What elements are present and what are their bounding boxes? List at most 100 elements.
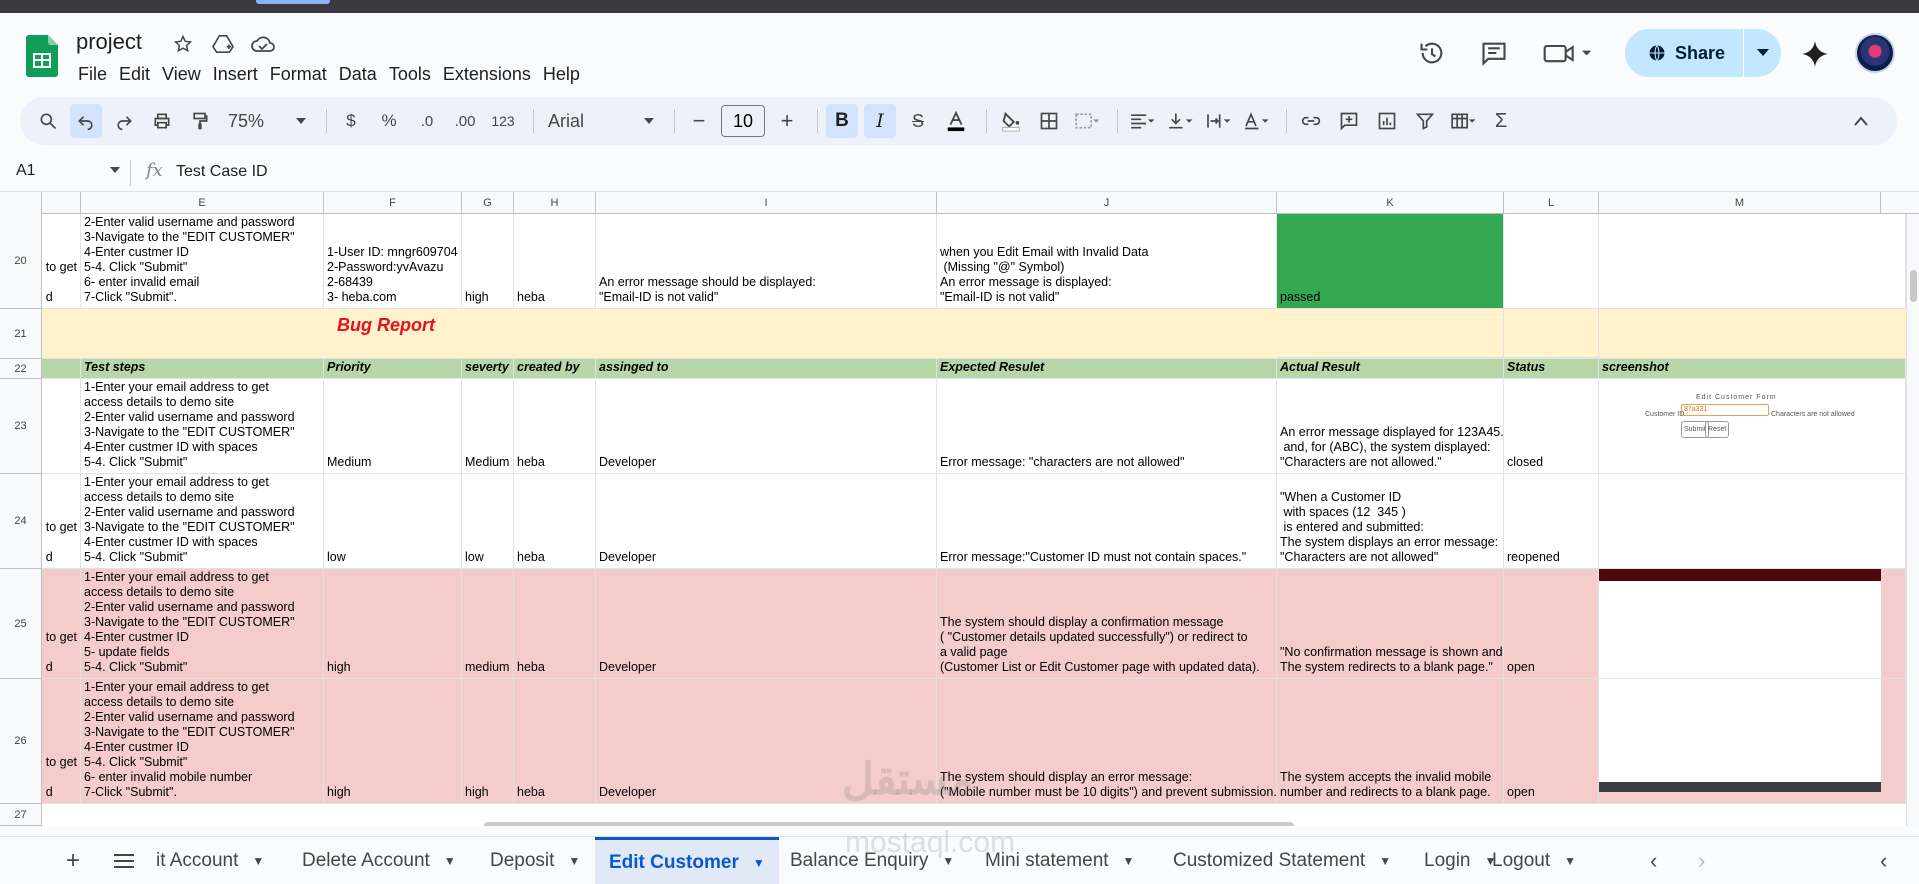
merge-cells-icon[interactable] bbox=[1071, 104, 1103, 138]
cell-partial[interactable]: to get d bbox=[42, 679, 81, 804]
strikethrough-icon[interactable]: S bbox=[902, 104, 934, 138]
cell-priority[interactable]: Medium bbox=[324, 379, 462, 474]
row-header[interactable]: 22 bbox=[0, 359, 42, 379]
decrease-font-size-icon[interactable]: − bbox=[683, 104, 715, 138]
cell-partial[interactable] bbox=[42, 379, 81, 474]
cell-created-by[interactable]: heba bbox=[514, 379, 596, 474]
all-sheets-icon[interactable] bbox=[114, 837, 134, 884]
explore-collapse-icon[interactable]: ‹ bbox=[1880, 837, 1887, 884]
increase-font-size-icon[interactable]: + bbox=[771, 104, 803, 138]
collapse-toolbar-icon[interactable] bbox=[1845, 104, 1877, 138]
bug-report-title[interactable]: Bug Report bbox=[337, 315, 435, 336]
sheet-grid[interactable]: E F G H I J K L M 20 21 22 23 24 25 26 2… bbox=[0, 192, 1919, 826]
column-header-i[interactable]: I bbox=[596, 192, 937, 214]
row-header[interactable]: 23 bbox=[0, 379, 42, 474]
menu-help[interactable]: Help bbox=[543, 60, 586, 89]
paint-format-icon[interactable] bbox=[184, 104, 216, 138]
menu-format[interactable]: Format bbox=[270, 60, 333, 89]
cell-partial[interactable]: to get d bbox=[42, 474, 81, 569]
search-menus-icon[interactable] bbox=[32, 104, 64, 138]
cell-partial[interactable] bbox=[42, 359, 81, 379]
menu-data[interactable]: Data bbox=[339, 60, 383, 89]
name-box[interactable]: A1 bbox=[16, 162, 120, 180]
vertical-scroll-thumb[interactable] bbox=[1910, 270, 1917, 302]
row-header[interactable]: 25 bbox=[0, 569, 42, 679]
cell-priority[interactable]: high bbox=[324, 679, 462, 804]
increase-decimal-button[interactable]: .00 bbox=[449, 104, 481, 138]
sheets-logo-icon[interactable] bbox=[26, 35, 58, 77]
cell-test-steps[interactable]: 1-Enter your email address to get access… bbox=[81, 569, 324, 679]
currency-format-button[interactable]: $ bbox=[335, 104, 367, 138]
italic-icon[interactable]: I bbox=[864, 104, 896, 138]
insert-chart-icon[interactable] bbox=[1371, 104, 1403, 138]
cell-status[interactable]: closed bbox=[1504, 379, 1599, 474]
cell-severity[interactable]: high bbox=[462, 214, 514, 309]
column-header-f[interactable]: F bbox=[324, 192, 462, 214]
cell-status[interactable]: open bbox=[1504, 679, 1599, 804]
avatar[interactable] bbox=[1855, 33, 1895, 73]
gemini-icon[interactable] bbox=[1800, 39, 1830, 69]
cell-actual[interactable]: An error message displayed for 123A45. a… bbox=[1277, 379, 1504, 474]
header-priority[interactable]: Priority bbox=[324, 359, 462, 379]
cell-test-steps[interactable]: access details to demo site 2-Enter vali… bbox=[81, 214, 324, 309]
tab-edit-customer[interactable]: Edit Customer ▼ bbox=[595, 837, 779, 884]
cell[interactable] bbox=[1277, 309, 1504, 358]
tab-delete-account[interactable]: Delete Account ▼ bbox=[302, 837, 456, 884]
column-header-m[interactable]: M bbox=[1599, 192, 1881, 214]
chevron-down-icon[interactable]: ▼ bbox=[568, 854, 580, 868]
cell-partial[interactable]: to get d bbox=[42, 569, 81, 679]
menu-edit[interactable]: Edit bbox=[119, 60, 156, 89]
tab-customized-statement[interactable]: Customized Statement ▼ bbox=[1173, 837, 1391, 884]
zoom-select[interactable]: 75% bbox=[222, 104, 312, 138]
chevron-down-icon[interactable]: ▼ bbox=[444, 854, 456, 868]
cell-status[interactable]: reopened bbox=[1504, 474, 1599, 569]
cell-severity[interactable]: low bbox=[462, 474, 514, 569]
print-icon[interactable] bbox=[146, 104, 178, 138]
cell-priority[interactable]: 1-User ID: mngr609704 2-Password:yvAvazu… bbox=[324, 214, 462, 309]
borders-icon[interactable] bbox=[1033, 104, 1065, 138]
share-button[interactable]: Share bbox=[1625, 29, 1781, 77]
move-to-drive-icon[interactable] bbox=[210, 31, 236, 57]
browser-tab-hint[interactable] bbox=[256, 0, 330, 4]
column-header-k[interactable]: K bbox=[1277, 192, 1504, 214]
row-header[interactable]: 24 bbox=[0, 474, 42, 569]
column-header-g[interactable]: G bbox=[462, 192, 514, 214]
text-rotation-icon[interactable] bbox=[1240, 104, 1272, 138]
cell-created-by[interactable]: heba bbox=[514, 569, 596, 679]
comments-icon[interactable] bbox=[1478, 37, 1510, 69]
share-main[interactable]: Share bbox=[1625, 29, 1743, 77]
cell-created-by[interactable]: heba bbox=[514, 214, 596, 309]
share-dropdown-icon[interactable] bbox=[1744, 29, 1781, 77]
header-expected-result[interactable]: Expected Resulet bbox=[937, 359, 1277, 379]
undo-icon[interactable] bbox=[70, 104, 102, 138]
row-header[interactable]: 27 bbox=[0, 804, 42, 826]
scroll-tabs-right-icon[interactable]: › bbox=[1698, 837, 1705, 884]
header-status[interactable]: Status bbox=[1504, 359, 1599, 379]
document-title[interactable]: project bbox=[76, 29, 142, 55]
cloud-saved-icon[interactable] bbox=[250, 31, 276, 57]
cell-status[interactable]: open bbox=[1504, 569, 1599, 679]
more-formats-button[interactable]: 123 bbox=[487, 104, 519, 138]
chevron-down-icon[interactable]: ▼ bbox=[1379, 854, 1391, 868]
cell-severity[interactable]: high bbox=[462, 679, 514, 804]
cell-screenshot[interactable]: Edit Customer Form Customer ID 87a331 Ch… bbox=[1599, 379, 1906, 474]
cell-expected[interactable]: The system should display a confirmation… bbox=[937, 569, 1277, 679]
menu-file[interactable]: File bbox=[78, 60, 113, 89]
cell-test-steps[interactable]: 1-Enter your email address to get access… bbox=[81, 379, 324, 474]
cell-screenshot[interactable] bbox=[1599, 569, 1906, 679]
header-severity[interactable]: severty bbox=[462, 359, 514, 379]
cell-actual[interactable]: passed bbox=[1277, 214, 1504, 309]
horizontal-align-icon[interactable] bbox=[1126, 104, 1158, 138]
cell-expected[interactable]: Error message: "characters are not allow… bbox=[937, 379, 1277, 474]
chevron-down-icon[interactable]: ▼ bbox=[753, 856, 765, 870]
menu-tools[interactable]: Tools bbox=[389, 60, 437, 89]
font-select[interactable]: Arial bbox=[542, 104, 660, 138]
functions-icon[interactable]: Σ bbox=[1485, 104, 1517, 138]
formula-input[interactable]: Test Case ID bbox=[176, 163, 268, 181]
menu-extensions[interactable]: Extensions bbox=[443, 60, 537, 89]
column-header-h[interactable]: H bbox=[514, 192, 596, 214]
cell-priority[interactable]: high bbox=[324, 569, 462, 679]
header-assigned-to[interactable]: assinged to bbox=[596, 359, 937, 379]
column-header-partial[interactable] bbox=[42, 192, 81, 214]
text-wrapping-icon[interactable] bbox=[1202, 104, 1234, 138]
